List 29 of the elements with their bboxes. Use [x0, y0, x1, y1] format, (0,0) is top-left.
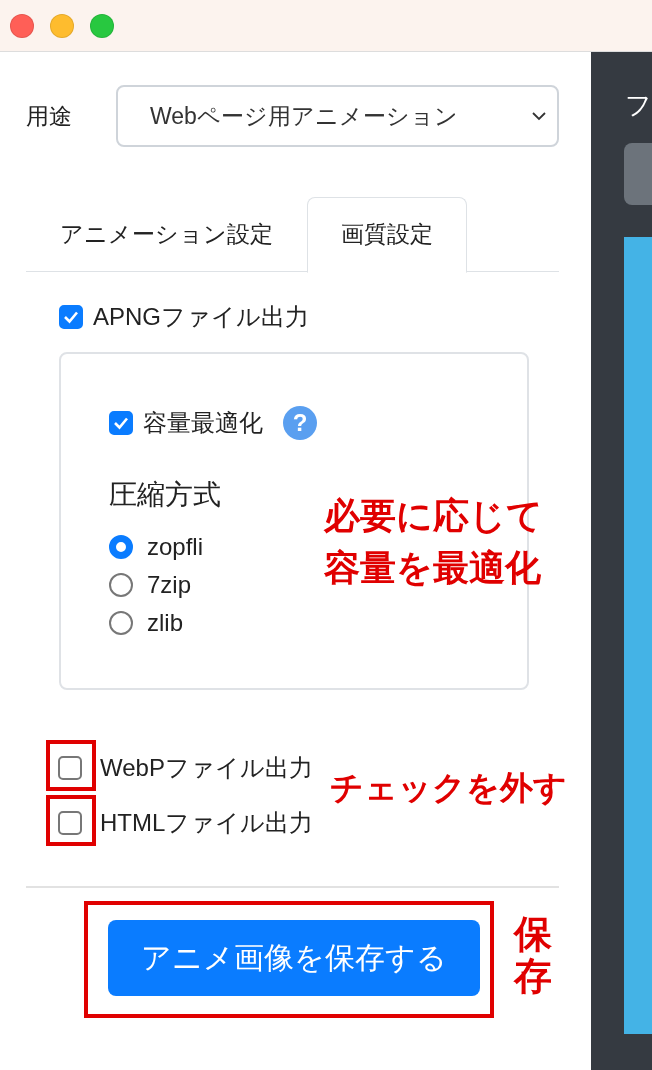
radio-label: zopfli: [147, 533, 204, 561]
checkbox[interactable]: [58, 755, 82, 780]
panel-heading: フ: [625, 89, 652, 122]
checkbox-label: APNGファイル出力: [93, 302, 309, 332]
zoom-button[interactable]: [90, 13, 114, 38]
checkbox-label: HTMLファイル出力: [100, 807, 314, 838]
close-button[interactable]: [10, 13, 34, 38]
highlight-frame: [46, 740, 96, 791]
tab[interactable]: アニメーション設定: [26, 197, 307, 273]
radio-label: zlib: [147, 609, 183, 637]
checkbox[interactable]: [109, 411, 133, 435]
radio-label: 7zip: [147, 571, 192, 599]
checkbox-label: WebPファイル出力: [100, 752, 313, 783]
usage-label: 用途: [26, 101, 73, 131]
usage-dropdown[interactable]: Webページ用アニメーション: [116, 85, 559, 147]
checkbox-label: 容量最適化: [143, 408, 263, 438]
radio-button[interactable]: [109, 573, 133, 597]
annotation-text: チェックを外す: [330, 768, 567, 808]
checkbox[interactable]: [59, 305, 83, 329]
annotation-text: 保存: [514, 914, 552, 998]
chevron-down-icon: [531, 111, 547, 121]
checkbox[interactable]: [58, 810, 82, 835]
tab[interactable]: 画質設定: [307, 197, 467, 273]
radio-button[interactable]: [109, 611, 133, 635]
save-button[interactable]: アニメ画像を保存する: [108, 920, 480, 996]
radio-button[interactable]: [109, 535, 133, 559]
highlight-frame: [46, 795, 96, 846]
annotation-text: 必要に応じて 容量を最適化: [324, 494, 543, 591]
section-title: 圧縮方式: [109, 478, 222, 512]
